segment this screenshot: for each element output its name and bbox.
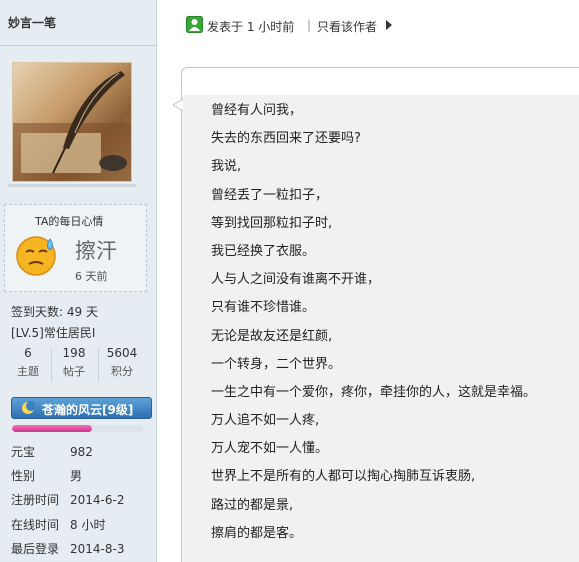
stat-points-num: 5604 [106, 346, 138, 360]
only-author-link[interactable]: 只看该作者 [317, 18, 377, 35]
post-line: 失去的东西回来了还要吗? [211, 131, 361, 147]
info-register-date: 注册时间 2014-6-2 [11, 491, 124, 508]
post-line: 人与人之间没有谁离不开谁， [211, 272, 381, 288]
user-level[interactable]: [LV.5]常住居民I [11, 324, 95, 341]
post-line: 我说, [211, 159, 242, 175]
info-online-time: 在线时间 8 小时 [11, 516, 105, 533]
post-line: 一个转身，二个世界。 [211, 356, 342, 372]
exp-progress-bar [12, 425, 143, 432]
post-line: 擦肩的都是客。 [211, 525, 303, 541]
info-key: 性别 [11, 469, 36, 483]
quill-image-icon [13, 71, 131, 181]
stat-posts-label: 帖子 [63, 365, 85, 378]
user-group-badge[interactable]: 苍瀚的风云[9级] [11, 397, 152, 419]
info-key: 元宝 [11, 445, 36, 459]
avatar-shadow [8, 184, 136, 187]
mood-text: 擦汗 [75, 239, 117, 263]
author-sidebar: 妙言一笔 TA的每日心情 擦汗 6 天前 签到天数: 49 天 [LV.5]常住… [0, 0, 157, 562]
speech-tail-icon [173, 99, 183, 111]
stat-posts[interactable]: 198 帖子 [52, 346, 96, 379]
post-line: 曾经有人问我， [211, 103, 303, 118]
info-value: 2014-8-3 [70, 542, 125, 556]
info-value: 982 [70, 445, 93, 459]
info-last-login: 最后登录 2014-8-3 [11, 540, 124, 557]
stat-posts-num: 198 [62, 346, 86, 360]
post-line: 只有谁不珍惜谁。 [211, 300, 316, 316]
post-line: 等到找回那粒扣子时, [211, 215, 333, 231]
daily-mood-box: TA的每日心情 擦汗 6 天前 [4, 204, 147, 292]
divider [0, 45, 157, 46]
info-value: 2014-6-2 [70, 493, 125, 507]
mood-title: TA的每日心情 [35, 215, 104, 228]
info-gender: 性别 男 [11, 467, 82, 484]
post-line: 万人追不如一人疼, [211, 413, 320, 429]
post-line: 我已经换了衣服。 [211, 243, 316, 259]
checkin-days: 签到天数: 49 天 [11, 305, 98, 319]
sweat-face-icon [16, 236, 56, 276]
stat-points-label: 积分 [111, 365, 133, 378]
mood-time: 6 天前 [75, 270, 108, 283]
stat-topics-num: 6 [24, 346, 32, 360]
moon-icon [22, 401, 35, 414]
stat-topics[interactable]: 6 主题 [6, 346, 50, 379]
info-value: 男 [70, 469, 83, 483]
stat-topics-label: 主题 [17, 365, 39, 378]
online-user-icon [186, 16, 203, 33]
exp-progress-fill [12, 425, 92, 432]
avatar[interactable] [12, 62, 132, 182]
stat-points[interactable]: 5604 积分 [100, 346, 144, 379]
author-username[interactable]: 妙言一笔 [8, 14, 56, 31]
arrow-right-icon [386, 20, 392, 30]
user-stats: 6 主题 198 帖子 5604 积分 [6, 346, 146, 384]
post-message: 曾经有人问我， 失去的东西回来了还要吗? 我说, 曾经丢了一粒扣子， 等到找回那… [211, 101, 536, 552]
info-key: 注册时间 [11, 493, 60, 507]
info-key: 在线时间 [11, 518, 60, 532]
user-group-name: 苍瀚的风云[9级] [42, 403, 134, 417]
stat-divider [98, 348, 99, 382]
info-value: 8 小时 [70, 518, 106, 532]
post-line: 无论是故友还是红颜, [211, 328, 333, 344]
post-time: 发表于 1 小时前 [207, 20, 295, 34]
info-key: 最后登录 [11, 542, 60, 556]
post-line: 曾经丢了一粒扣子， [211, 187, 329, 203]
post-line: 一生之中有一个爱你，疼你，牵挂你的人，这就是幸福。 [211, 384, 537, 400]
header-separator: | [307, 18, 312, 32]
post-line: 路过的都是景, [211, 497, 294, 513]
post-line: 世界上不是所有的人都可以掏心掏肺互诉衷肠, [211, 469, 476, 485]
info-ingots: 元宝 982 [11, 443, 93, 460]
post-line: 万人宠不如一人懂。 [211, 441, 329, 457]
